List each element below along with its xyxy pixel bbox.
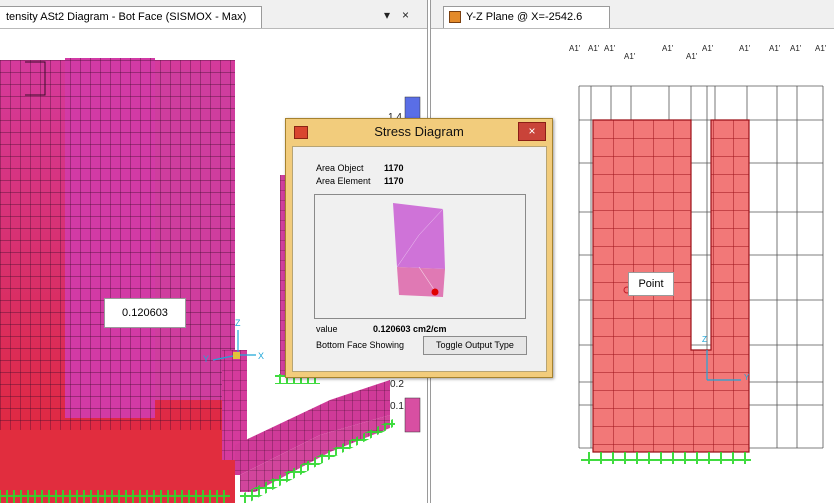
left-tab-bar: tensity ASt2 Diagram - Bot Face (SISMOX …: [0, 0, 427, 29]
toggle-output-type-button[interactable]: Toggle Output Type: [423, 336, 527, 355]
area-element-label: Area Element: [316, 176, 371, 186]
right-tab-bar: Y-Z Plane @ X=-2542.6: [431, 0, 834, 29]
plane-view-icon: [449, 11, 461, 23]
element-shape-preview: [393, 203, 445, 297]
gridline-bubble: A1': [702, 44, 714, 53]
stress-value-tooltip: 0.120603: [104, 298, 186, 328]
legend-label-mid: 0.2: [390, 379, 404, 390]
gridline-bubble: A1': [624, 52, 636, 61]
right-view-tab[interactable]: Y-Z Plane @ X=-2542.6: [443, 6, 610, 28]
dialog-body: Area Object 1170 Area Element 1170 value…: [292, 146, 547, 372]
stress-value: 0.120603 cm2/cm: [373, 324, 447, 334]
tab-dropdown-icon[interactable]: ▾: [384, 8, 390, 22]
axis-x-label: X: [258, 351, 265, 361]
axis-z-label: Z: [235, 318, 241, 328]
axis-y-label: Y: [203, 354, 210, 364]
tab-close-icon[interactable]: ×: [402, 8, 409, 22]
legend-label-bottom: 0.1: [390, 401, 404, 412]
gridline-bubble: A1': [604, 44, 616, 53]
point-tooltip: Point: [628, 272, 674, 296]
left-view-tab[interactable]: tensity ASt2 Diagram - Bot Face (SISMOX …: [0, 6, 262, 28]
app-icon: [294, 126, 308, 139]
gridline-bubble: A1': [790, 44, 802, 53]
gridline-bubble: A1': [686, 52, 698, 61]
gridline-bubble: A1': [815, 44, 827, 53]
area-element-value: 1170: [384, 176, 404, 186]
gridline-bubble: A1': [769, 44, 781, 53]
right-view-tab-label: Y-Z Plane @ X=-2542.6: [466, 11, 583, 23]
gridline-bubble: A1': [739, 44, 751, 53]
axis-z-label: Z: [702, 335, 707, 344]
stress-diagram-dialog[interactable]: Stress Diagram × Area Object 1170 Area E…: [285, 118, 553, 378]
face-status-label: Bottom Face Showing: [316, 340, 405, 350]
element-stress-preview: [314, 194, 526, 319]
area-object-label: Area Object: [316, 163, 364, 173]
dialog-close-button[interactable]: ×: [518, 122, 546, 141]
value-label: value: [316, 324, 338, 334]
gridline-bubble: A1': [662, 44, 674, 53]
area-object-value: 1170: [384, 163, 404, 173]
axis-y-label: Y: [744, 373, 750, 382]
dialog-title[interactable]: Stress Diagram: [286, 119, 552, 143]
gridline-bubble: A1': [588, 44, 600, 53]
gridline-bubble: A1': [569, 44, 581, 53]
